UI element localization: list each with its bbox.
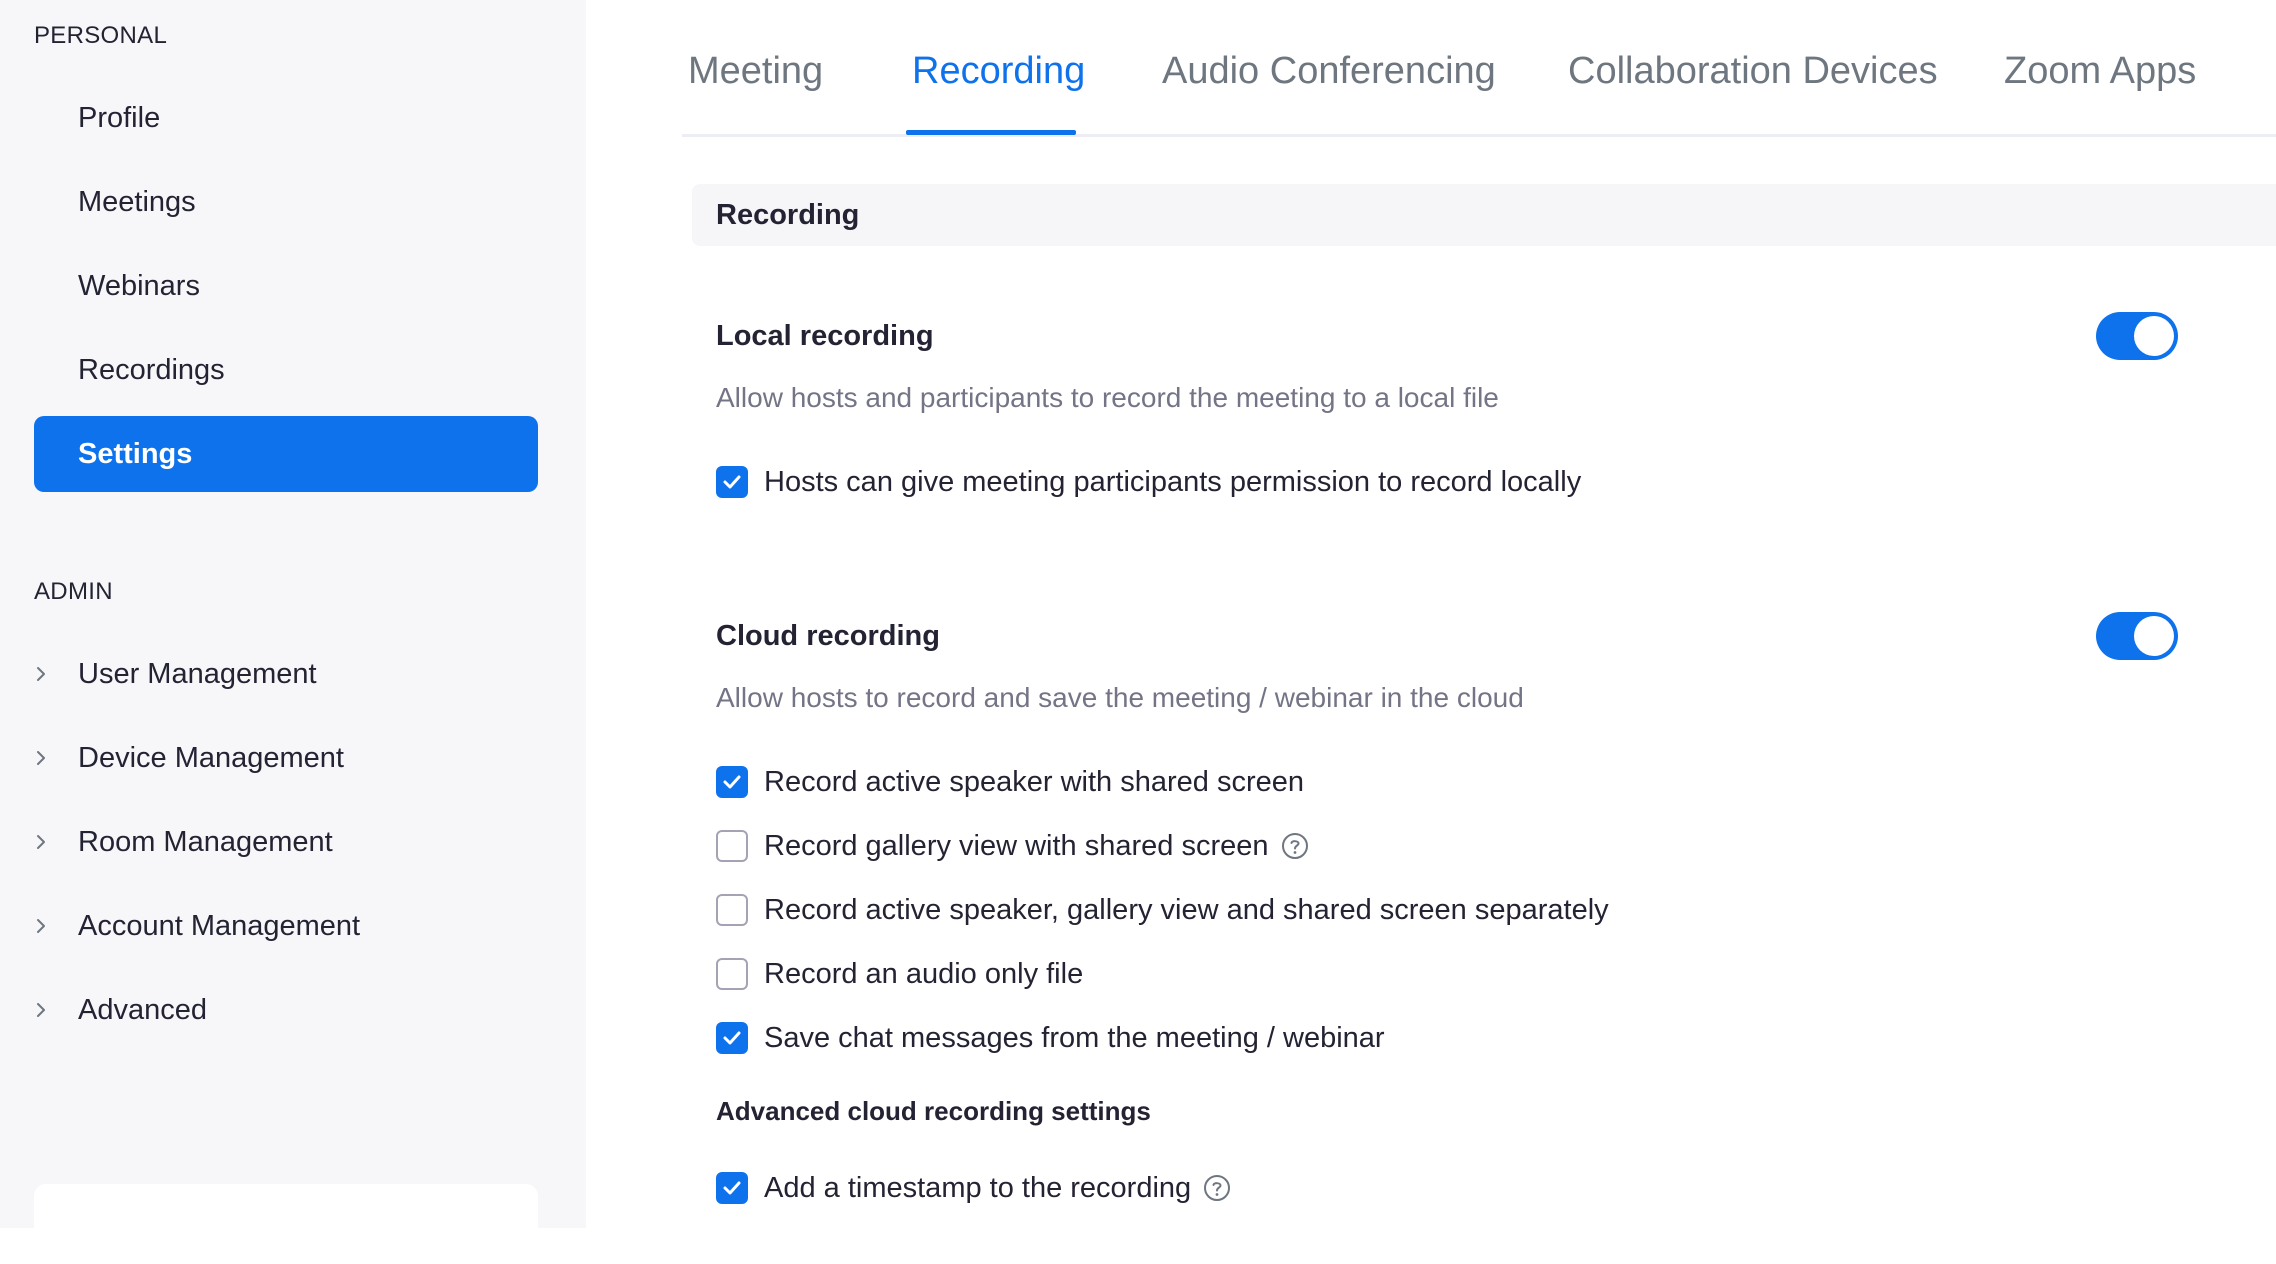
tab-recording[interactable]: Recording xyxy=(912,50,1085,93)
sidebar-item-label: Webinars xyxy=(78,269,200,302)
cloud-recording-description: Allow hosts to record and save the meeti… xyxy=(716,682,1524,713)
sidebar-item-room-management[interactable]: Room Management xyxy=(34,812,538,872)
chevron-right-icon xyxy=(34,1000,78,1020)
cloud-recording-option: Save chat messages from the meeting / we… xyxy=(716,1018,1385,1058)
personal-section-label: PERSONAL xyxy=(34,22,168,49)
option-label: Record gallery view with shared screen xyxy=(764,829,1269,862)
section-title: Recording xyxy=(716,198,860,231)
chevron-right-icon xyxy=(34,664,78,684)
sidebar-item-recordings[interactable]: Recordings xyxy=(34,332,538,408)
sidebar-item-label: Settings xyxy=(78,437,193,470)
settings-tabs: Meeting Recording Audio Conferencing Col… xyxy=(682,0,2276,137)
sidebar-item-label: User Management xyxy=(78,657,317,690)
sidebar-item-settings[interactable]: Settings xyxy=(34,416,538,492)
option-checkbox[interactable] xyxy=(716,894,748,926)
sidebar: PERSONAL Profile Meetings Webinars Recor… xyxy=(0,0,586,1264)
section-header: Recording xyxy=(692,184,2276,246)
sidebar-item-label: Room Management xyxy=(78,825,333,858)
sidebar-item-profile[interactable]: Profile xyxy=(34,80,538,156)
checkmark-icon xyxy=(723,1031,741,1045)
option-checkbox[interactable] xyxy=(716,466,748,498)
cloud-recording-option: Record active speaker, gallery view and … xyxy=(716,890,1609,930)
tab-zoom-apps[interactable]: Zoom Apps xyxy=(2004,50,2196,93)
option-checkbox[interactable] xyxy=(716,830,748,862)
option-checkbox[interactable] xyxy=(716,1022,748,1054)
toggle-knob xyxy=(2134,316,2174,356)
cloud-recording-option: Record gallery view with shared screen xyxy=(716,826,1309,866)
checkmark-icon xyxy=(723,775,741,789)
admin-section-label: ADMIN xyxy=(34,578,113,605)
cloud-recording-title: Cloud recording xyxy=(716,620,940,652)
local-recording-title: Local recording xyxy=(716,320,934,352)
local-recording-option: Hosts can give meeting participants perm… xyxy=(716,462,1581,502)
advanced-cloud-settings-title: Advanced cloud recording settings xyxy=(716,1096,1151,1126)
tab-meeting[interactable]: Meeting xyxy=(688,50,823,93)
cloud-recording-option: Record an audio only file xyxy=(716,954,1083,994)
sidebar-item-advanced[interactable]: Advanced xyxy=(34,980,538,1040)
option-label: Record active speaker, gallery view and … xyxy=(764,893,1609,926)
local-recording-toggle[interactable] xyxy=(2096,312,2178,360)
sidebar-item-device-management[interactable]: Device Management xyxy=(34,728,538,788)
sidebar-item-label: Advanced xyxy=(78,993,207,1026)
checkmark-icon xyxy=(723,1181,741,1195)
option-checkbox[interactable] xyxy=(716,1172,748,1204)
question-circle-icon[interactable] xyxy=(1203,1174,1231,1202)
advanced-cloud-option: Add a timestamp to the recording xyxy=(716,1168,1231,1208)
sidebar-item-label: Recordings xyxy=(78,353,225,386)
active-tab-indicator xyxy=(906,130,1076,135)
sidebar-item-user-management[interactable]: User Management xyxy=(34,644,538,704)
option-label: Hosts can give meeting participants perm… xyxy=(764,465,1582,498)
option-checkbox[interactable] xyxy=(716,766,748,798)
chevron-right-icon xyxy=(34,832,78,852)
local-recording-description: Allow hosts and participants to record t… xyxy=(716,382,1499,413)
option-checkbox[interactable] xyxy=(716,958,748,990)
sidebar-item-label: Meetings xyxy=(78,185,196,218)
option-label: Save chat messages from the meeting / we… xyxy=(764,1021,1385,1054)
sidebar-item-label: Account Management xyxy=(78,909,361,942)
checkmark-icon xyxy=(723,475,741,489)
option-label: Record an audio only file xyxy=(764,957,1084,990)
sidebar-item-meetings[interactable]: Meetings xyxy=(34,164,538,240)
sidebar-item-account-management[interactable]: Account Management xyxy=(34,896,538,956)
sidebar-item-label: Profile xyxy=(78,101,161,134)
cloud-recording-toggle[interactable] xyxy=(2096,612,2178,660)
question-circle-icon[interactable] xyxy=(1281,832,1309,860)
chevron-right-icon xyxy=(34,916,78,936)
cloud-recording-option: Record active speaker with shared screen xyxy=(716,762,1304,802)
tab-audio-conferencing[interactable]: Audio Conferencing xyxy=(1162,50,1496,93)
sidebar-item-label: Device Management xyxy=(78,741,344,774)
toggle-knob xyxy=(2134,616,2174,656)
sidebar-bottom-card xyxy=(34,1184,538,1264)
tab-collaboration-devices[interactable]: Collaboration Devices xyxy=(1568,50,1938,93)
option-label: Record active speaker with shared screen xyxy=(764,765,1304,798)
option-label: Add a timestamp to the recording xyxy=(764,1171,1192,1204)
sidebar-item-webinars[interactable]: Webinars xyxy=(34,248,538,324)
chevron-right-icon xyxy=(34,748,78,768)
